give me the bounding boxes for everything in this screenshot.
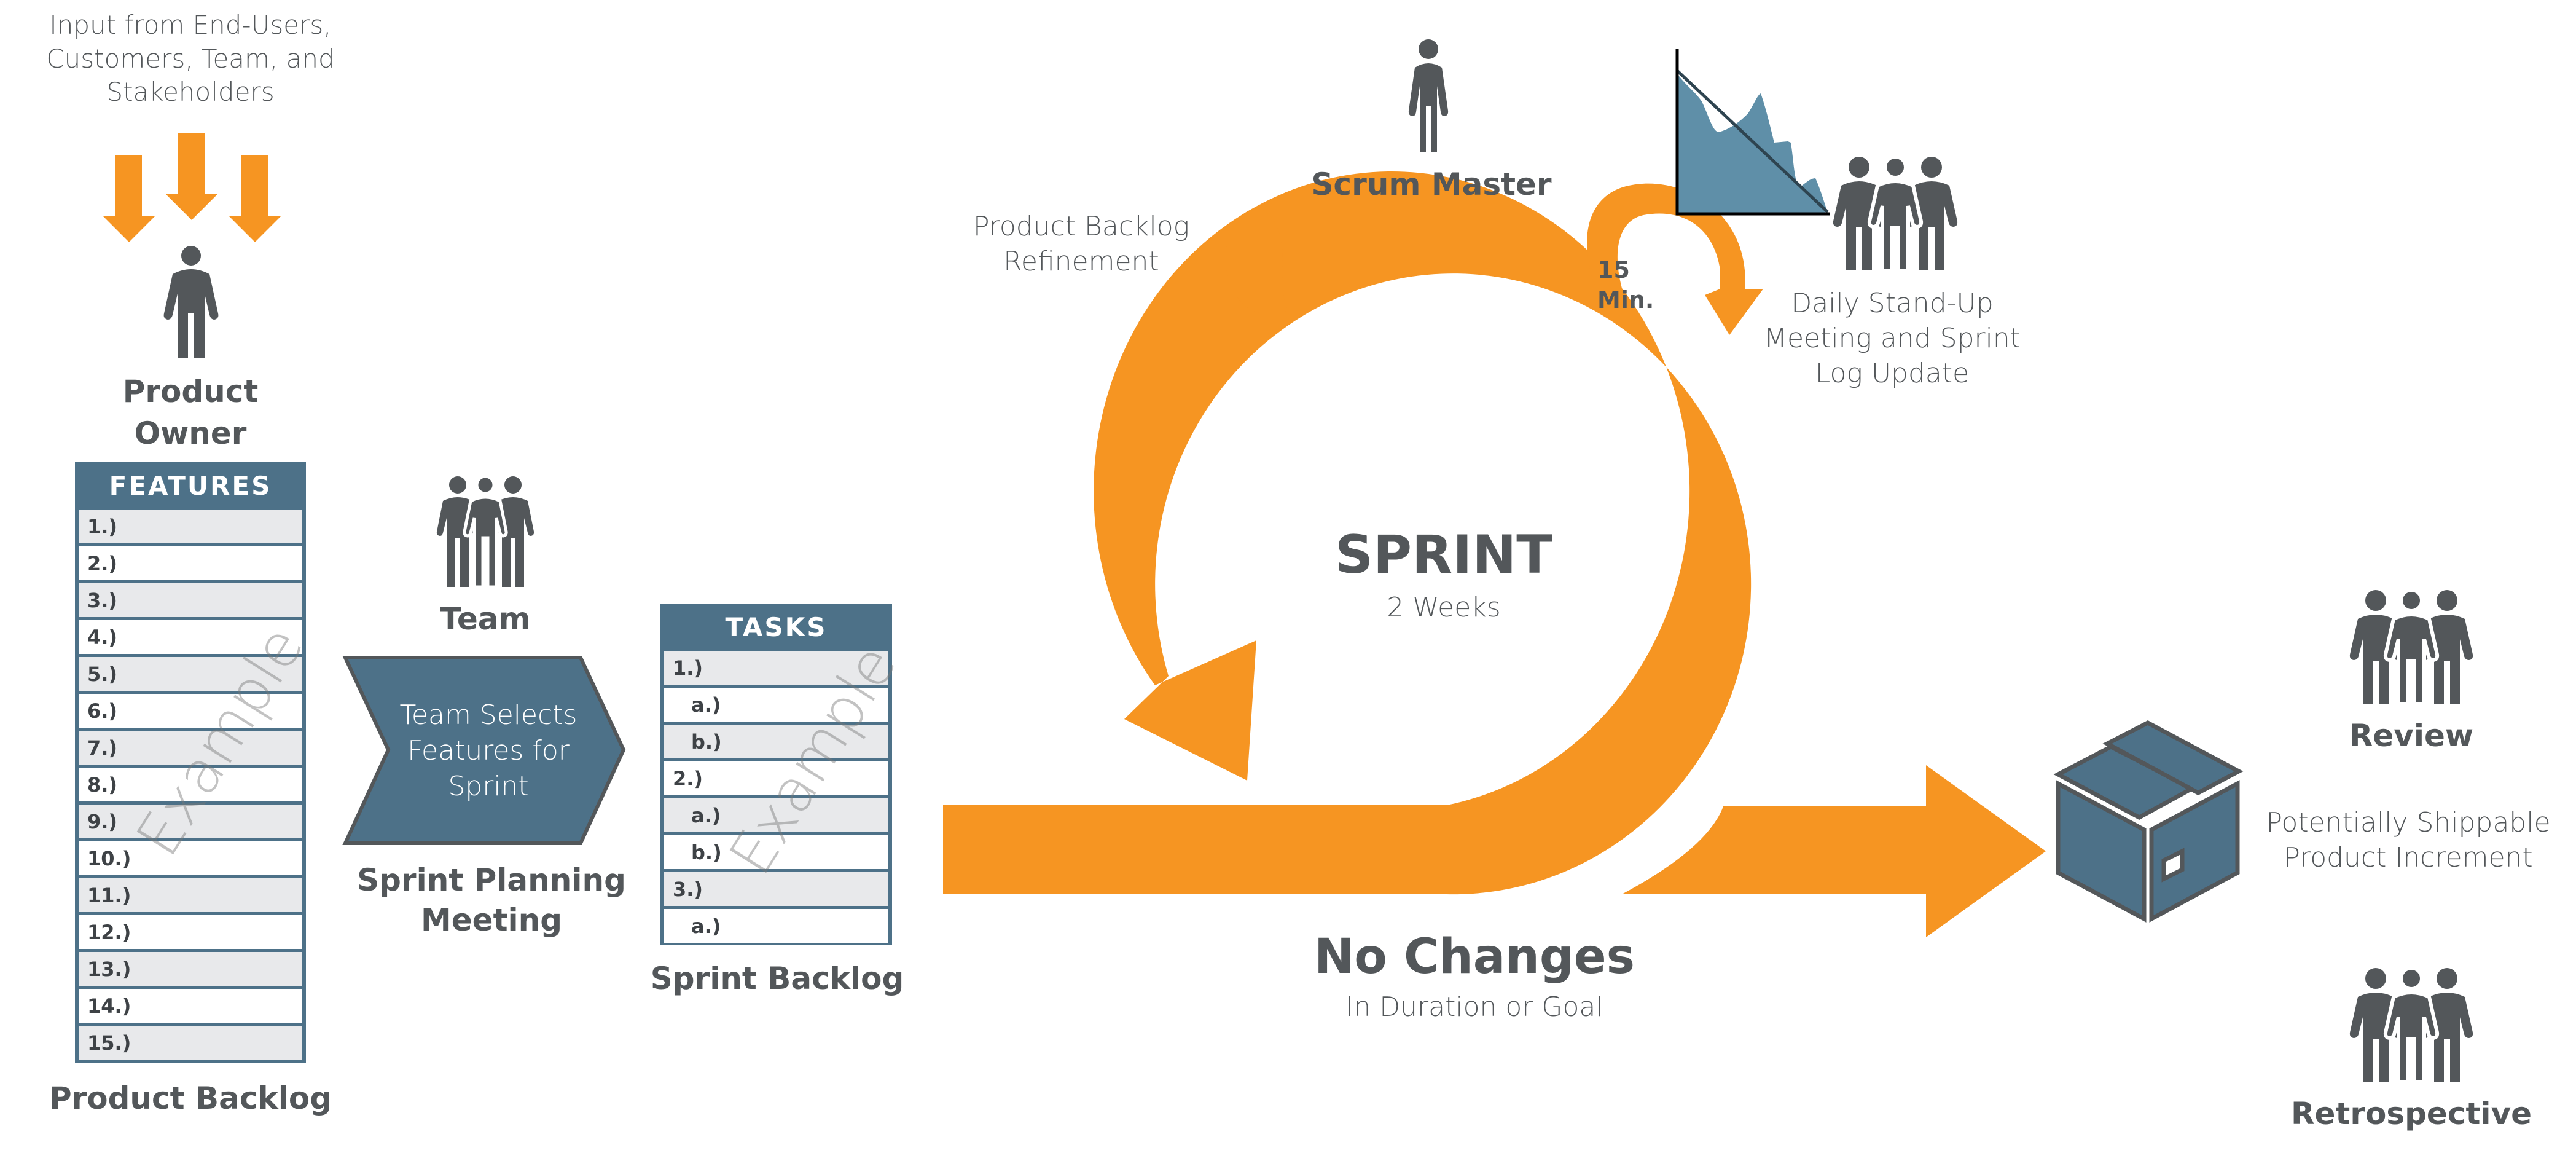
shippable-box-icon [2053,720,2244,923]
no-changes-subtitle: In Duration or Goal [1345,991,1603,1023]
input-line: Input from End-Users, [49,10,332,40]
table-row: 2.) [664,758,888,795]
burndown-chart-icon [1675,49,1830,216]
table-row: 9.) [79,801,302,838]
scrum-master-person-icon [1408,39,1449,152]
table-row: 6.) [79,691,302,728]
table-row: a.) [664,685,888,722]
label-line: Product Backlog [973,211,1190,242]
table-row: a.) [664,795,888,832]
table-row: 15.) [79,1023,302,1060]
table-body: 1.) 2.) 3.) 4.) 5.) 6.) 7.) 8.) 9.) 10.) 11.) 12.) 1… [79,506,302,1060]
retrospective-label: Retrospective [2291,1096,2532,1131]
chevron-line: Team Selects [399,699,577,731]
review-team-icon [2349,588,2473,706]
table-row: 3.) [664,869,888,906]
input-line: Customers, Team, and [46,43,335,74]
refinement-label: Product Backlog Refinement [940,209,1223,279]
product-backlog-caption: Product Backlog [49,1080,332,1116]
table-row: 13.) [79,949,302,986]
team-people-icon [436,474,534,589]
product-owner-label: Product Owner [86,371,295,454]
table-row: 11.) [79,875,302,912]
review-label: Review [2349,718,2474,754]
chevron-line: Features for [407,735,570,767]
sprint-backlog-caption: Sprint Backlog [650,961,904,996]
scrum-master-label: Scrum Master [1311,167,1552,202]
table-header: FEATURES [109,471,272,501]
table-row: b.) [664,832,888,869]
arrow-down-icon [166,133,217,220]
no-changes-title: No Changes [1313,929,1635,985]
sprint-planning-caption: Sprint Planning Meeting [332,860,651,940]
retrospective-team-icon [2349,966,2473,1084]
chevron-text: Team Selects Features for Sprint [369,698,608,805]
table-row: 1.) [79,506,302,543]
table-header: TASKS [725,612,828,642]
table-row: 12.) [79,912,302,949]
label-line: Meeting and Sprint [1764,323,2021,355]
sprint-backlog-table: TASKS 1.) a.) b.) 2.) a.) b.) 3.) a.) [660,604,892,945]
input-sources-label: Input from End-Users, Customers, Team, a… [25,9,356,109]
label-line: Daily Stand-Up [1791,288,1994,319]
chevron-line: Sprint [448,771,529,803]
product-owner-person-icon [163,246,219,358]
table-row: a.) [664,906,888,943]
daily-standup-team-icon [1833,155,1958,272]
table-row: 7.) [79,728,302,765]
sprint-duration: 2 Weeks [1387,592,1501,623]
increment-label: Potentially Shippable Product Increment [2249,805,2568,875]
product-backlog-table: FEATURES 1.) 2.) 3.) 4.) 5.) 6.) 7.) 8.) 9.) 10.)… [75,462,306,1063]
input-line: Stakeholders [106,77,275,108]
label-line: Product Increment [2284,842,2533,874]
table-row: 8.) [79,765,302,801]
table-row: 1.) [664,648,888,685]
label-line: Owner [134,415,247,451]
table-body: 1.) a.) b.) 2.) a.) b.) 3.) a.) [664,648,888,943]
timebox-label: 15 Min. [1597,256,1654,314]
table-row: 5.) [79,654,302,691]
input-arrows [103,133,281,242]
table-row: b.) [664,722,888,758]
label-line: Product [122,374,259,409]
table-row: 3.) [79,580,302,617]
caption-line: Meeting [420,902,562,938]
table-row: 10.) [79,838,302,875]
daily-standup-label: Daily Stand-Up Meeting and Sprint Log Up… [1739,286,2046,392]
arrow-down-icon [103,155,155,242]
arrow-down-icon [229,155,281,242]
team-label: Team [440,601,531,637]
caption-line: Sprint Planning [357,862,626,898]
label-line: Refinement [1003,246,1159,278]
label-line: Log Update [1815,358,1970,390]
label-line: Potentially Shippable [2266,807,2551,838]
sprint-title: SPRINT [1335,524,1552,586]
table-row: 14.) [79,986,302,1023]
table-row: 2.) [79,543,302,580]
table-row: 4.) [79,617,302,654]
